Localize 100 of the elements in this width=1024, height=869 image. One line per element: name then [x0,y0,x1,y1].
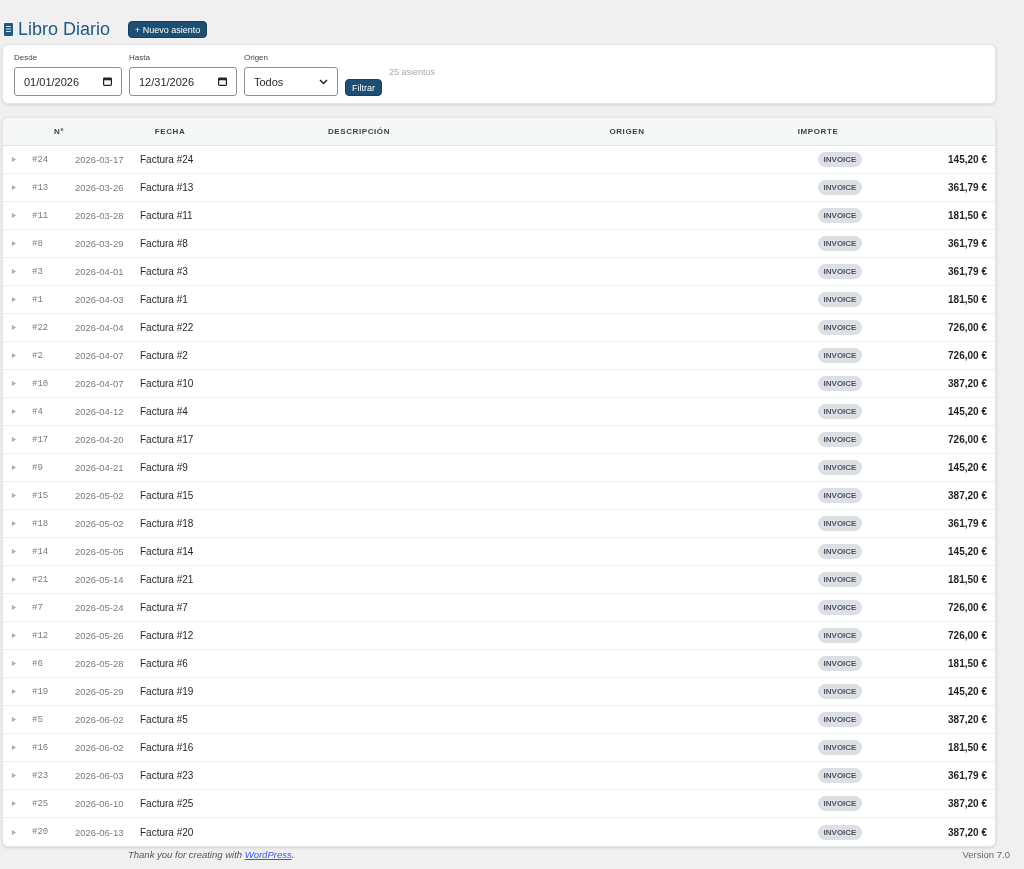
origin-tag: INVOICE [817,460,863,475]
footer-credit: Thank you for creating with WordPress. [128,848,295,860]
origin-tag: INVOICE [817,740,863,755]
filter-button[interactable]: Filtrar [345,79,382,96]
caret-icon[interactable] [12,157,16,162]
column-header: FECHA [154,127,186,136]
version-text: Version 7.0 [962,848,1010,860]
caret-icon[interactable] [12,829,16,835]
entry-description: Factura #13 [140,182,194,193]
origin-tag: INVOICE [817,684,863,699]
entry-number: #10 [32,378,49,389]
caret-icon[interactable] [12,801,16,806]
caret-icon[interactable] [12,521,16,526]
caret-icon[interactable] [12,577,16,582]
caret-icon[interactable] [12,213,16,218]
entry-description: Factura #5 [140,714,188,725]
entry-number: #15 [32,490,49,501]
column-header: Nº [54,127,64,136]
field-label: Desde [14,53,39,63]
entry-date: 2026-04-03 [75,294,124,305]
entry-number: #2 [32,350,43,361]
entry-date: 2026-03-17 [75,154,124,165]
field-label: Hasta [129,53,151,63]
entry-amount: 387,20 € [948,490,987,501]
calendar-icon[interactable] [218,77,227,86]
origin-tag: INVOICE [817,712,863,727]
entry-description: Factura #10 [140,378,194,389]
origin-tag: INVOICE [817,236,863,251]
entry-date: 2026-06-02 [75,714,124,725]
entry-date: 2026-04-04 [75,322,124,333]
caret-icon[interactable] [12,493,16,498]
entry-date: 2026-05-14 [75,574,124,585]
caret-icon[interactable] [12,381,16,386]
caret-icon[interactable] [12,297,16,302]
entry-date: 2026-04-07 [75,350,124,361]
origin-tag: INVOICE [817,264,863,279]
caret-icon[interactable] [12,773,16,778]
entry-description: Factura #17 [140,434,194,445]
entry-amount: 726,00 € [948,350,987,361]
origin-tag: INVOICE [817,656,863,671]
entry-description: Factura #1 [140,294,188,305]
caret-icon[interactable] [12,633,16,638]
entry-description: Factura #7 [140,602,188,613]
notebook-icon [4,22,13,36]
caret-icon[interactable] [12,549,16,554]
select-field[interactable]: Todos [244,67,338,96]
chevron-down-icon [319,78,328,85]
caret-icon[interactable] [12,353,16,358]
entry-date: 2026-05-02 [75,518,124,529]
entry-date: 2026-04-07 [75,378,124,389]
entry-number: #17 [32,434,49,445]
caret-icon[interactable] [12,437,16,442]
new-entry-button[interactable]: + Nuevo asiento [128,20,208,38]
entry-amount: 361,79 € [948,770,987,781]
entry-description: Factura #3 [140,266,188,277]
date-field[interactable]: 01/01/2026 [14,67,122,96]
entry-amount: 181,50 € [948,210,987,221]
entry-date: 2026-03-29 [75,238,124,249]
entry-amount: 145,20 € [948,406,987,417]
wordpress-link[interactable]: WordPress [244,848,292,860]
caret-icon[interactable] [12,269,16,274]
entry-description: Factura #4 [140,406,188,417]
caret-icon[interactable] [12,465,16,470]
column-header: ORIGEN [609,127,645,136]
caret-icon[interactable] [12,745,16,750]
caret-icon[interactable] [12,605,16,610]
entry-amount: 181,50 € [948,658,987,669]
entry-number: #25 [32,798,49,809]
caret-icon[interactable] [12,661,16,666]
origin-tag: INVOICE [817,432,863,447]
caret-icon[interactable] [12,241,16,246]
entry-number: #4 [32,406,43,417]
entry-description: Factura #24 [140,154,194,165]
entry-number: #5 [32,714,43,725]
entry-number: #18 [32,518,49,529]
entry-description: Factura #18 [140,518,194,529]
entry-description: Factura #23 [140,770,194,781]
origin-tag: INVOICE [817,404,863,419]
entry-amount: 387,20 € [948,714,987,725]
entry-amount: 181,50 € [948,574,987,585]
entry-date: 2026-04-20 [75,434,124,445]
caret-icon[interactable] [12,689,16,694]
origin-tag: INVOICE [817,516,863,531]
entry-number: #16 [32,742,49,753]
entry-date: 2026-05-05 [75,546,124,557]
entry-number: #19 [32,686,49,697]
caret-icon[interactable] [12,185,16,190]
entry-amount: 361,79 € [948,266,987,277]
calendar-icon[interactable] [103,77,112,86]
origin-tag: INVOICE [817,376,863,391]
origin-tag: INVOICE [817,768,863,783]
caret-icon[interactable] [12,409,16,414]
caret-icon[interactable] [12,717,16,722]
date-field[interactable]: 12/31/2026 [129,67,237,96]
entry-number: #12 [32,630,49,641]
origin-tag: INVOICE [817,824,863,840]
entry-amount: 145,20 € [948,462,987,473]
entry-number: #3 [32,266,43,277]
origin-tag: INVOICE [817,600,863,615]
caret-icon[interactable] [12,325,16,330]
